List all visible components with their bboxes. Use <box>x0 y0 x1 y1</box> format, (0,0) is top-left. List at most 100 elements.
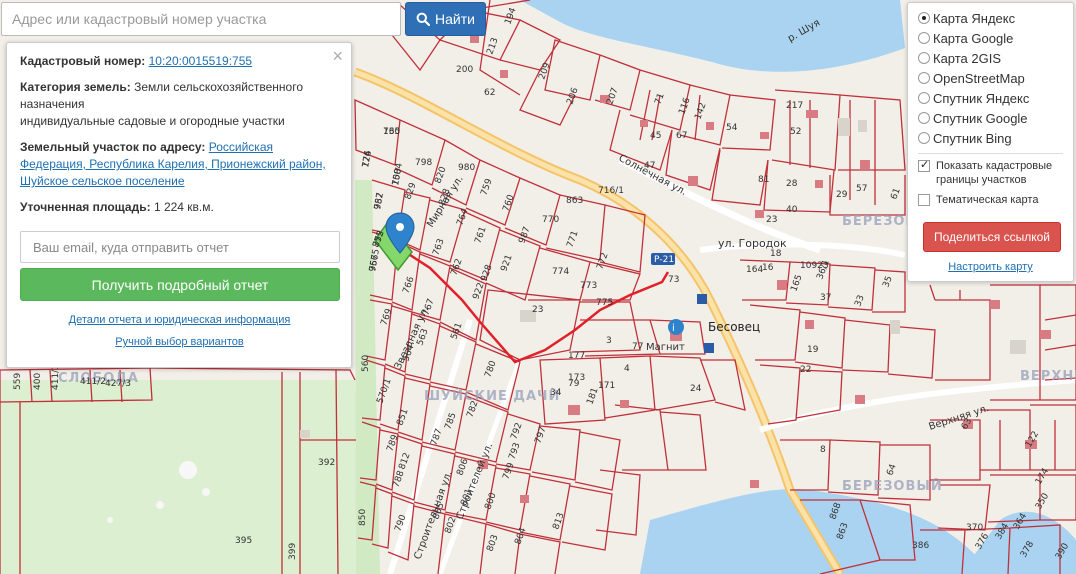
parcel-number-label: 62 <box>484 88 495 98</box>
layer-2gis-map[interactable]: Карта 2GIS <box>918 48 1073 68</box>
parcel-number-label: 54 <box>726 123 738 133</box>
layer-google-satellite[interactable]: Спутник Google <box>918 108 1073 128</box>
shop-pin-icon[interactable]: i <box>668 319 684 335</box>
email-field[interactable] <box>20 231 340 263</box>
layer-label: Спутник Яндекс <box>933 90 1030 106</box>
parcel-number-label: 399 <box>288 543 298 560</box>
shop-label: Магнит <box>646 342 685 353</box>
parcel-number-label: 177 <box>568 351 585 361</box>
divider <box>918 153 1063 154</box>
parcel-number-label: 67 <box>676 131 687 141</box>
parcel-number-label: 370 <box>966 523 983 533</box>
search-input[interactable] <box>1 2 401 36</box>
watermark-shuyskie: ШУЙСКИЕ ДАЧИ <box>424 388 560 404</box>
parcel-number-label: 164 <box>746 265 763 275</box>
parcel-number-label: 45 <box>650 131 661 141</box>
radio-icon[interactable] <box>918 112 930 124</box>
parcel-number-label: 81 <box>758 175 769 185</box>
parcel-number-label: 798 <box>415 158 432 168</box>
close-icon[interactable]: × <box>332 47 343 65</box>
search-button[interactable]: Найти <box>405 2 486 36</box>
parcel-number-label: 130 <box>383 127 400 137</box>
layer-google-map[interactable]: Карта Google <box>918 28 1073 48</box>
radio-icon[interactable] <box>918 72 930 84</box>
road-marker-label: Р-21 <box>654 255 674 265</box>
parcel-number-label: 77 <box>632 342 643 352</box>
parcel-number-label: 173 <box>568 373 585 383</box>
search-icon <box>416 12 431 26</box>
parcel-number-label: 775 <box>596 298 613 308</box>
parcel-number-label: 217 <box>786 101 803 111</box>
svg-text:i: i <box>672 323 675 334</box>
layer-openstreetmap[interactable]: OpenStreetMap <box>918 68 1073 88</box>
parcel-number-label: 171 <box>598 381 615 391</box>
parcel-number-label: 73 <box>668 275 679 285</box>
layer-label: Карта Яндекс <box>933 10 1016 26</box>
share-link-button[interactable]: Поделиться ссылкой <box>923 222 1061 252</box>
radio-selected-icon[interactable] <box>918 12 930 24</box>
address-row: Земельный участок по адресу: Российская … <box>20 139 339 190</box>
radio-icon[interactable] <box>918 132 930 144</box>
parcel-number-label: 23 <box>766 215 777 225</box>
layer-bing-satellite[interactable]: Спутник Bing <box>918 128 1073 148</box>
parcel-number-label: 40 <box>786 205 798 215</box>
search-bar <box>1 2 401 36</box>
cadastral-number-label: Кадастровый номер: <box>20 54 146 68</box>
parcel-number-label: 28 <box>786 179 798 189</box>
parcel-number-label: 29 <box>836 190 848 200</box>
radio-icon[interactable] <box>918 92 930 104</box>
parcel-number-label: 427/3 <box>105 379 131 389</box>
parcel-number-label: 863 <box>566 196 583 206</box>
parcel-number-label: 3 <box>606 336 612 346</box>
show-cadastral-borders-toggle[interactable]: Показать кадастровые границы участков <box>918 158 1073 187</box>
layer-label: OpenStreetMap <box>933 70 1025 86</box>
manual-selection-link[interactable]: Ручной выбор вариантов <box>115 336 243 348</box>
layer-yandex-map[interactable]: Карта Яндекс <box>918 8 1073 28</box>
parcel-number-label: 386 <box>912 541 929 551</box>
layer-yandex-satellite[interactable]: Спутник Яндекс <box>918 88 1073 108</box>
area-label: Уточненная площадь: <box>20 200 151 214</box>
parcel-number-label: 22 <box>800 365 811 375</box>
place-label: Бесовец <box>708 320 760 334</box>
configure-map-link[interactable]: Настроить карту <box>948 261 1033 273</box>
checkbox-checked-icon[interactable] <box>918 158 930 172</box>
get-report-button[interactable]: Получить подробный отчет <box>20 268 340 301</box>
address-label: Земельный участок по адресу: <box>20 140 206 154</box>
parcel-number-label: 37 <box>820 293 831 303</box>
area-value: 1 224 кв.м. <box>153 200 214 214</box>
parcel-number-label: 57 <box>856 184 867 194</box>
land-category-row: Категория земель: Земли сельскохозяйстве… <box>20 79 339 130</box>
parcel-number-label: 18 <box>770 249 782 259</box>
map-layers-panel: Карта Яндекс Карта Google Карта 2GIS Ope… <box>907 2 1074 282</box>
thematic-map-toggle[interactable]: Тематическая карта <box>918 193 1073 207</box>
parcel-number-label: 34 <box>550 388 562 398</box>
checkbox-icon[interactable] <box>918 194 930 206</box>
radio-icon[interactable] <box>918 52 930 64</box>
parcel-number-label: 392 <box>318 458 335 468</box>
parcel-info-popup: × Кадастровый номер: 10:20:0015519:755 К… <box>6 42 352 368</box>
parcel-number-label: 411/2 <box>80 377 106 387</box>
land-category-label: Категория земель: <box>20 80 131 94</box>
cadastral-number-link[interactable]: 10:20:0015519:755 <box>149 54 252 68</box>
parcel-number-label: 16 <box>762 263 774 273</box>
parcel-number-label: 770 <box>542 215 559 225</box>
layer-label: Карта Google <box>933 30 1014 46</box>
show-borders-label: Показать кадастровые границы участков <box>936 160 1053 186</box>
area-row: Уточненная площадь: 1 224 кв.м. <box>20 199 339 216</box>
layer-label: Спутник Bing <box>933 130 1012 146</box>
parcel-number-label: 773 <box>580 281 597 291</box>
parcel-number-label: 4 <box>624 364 630 374</box>
thematic-label: Тематическая карта <box>936 194 1039 206</box>
search-button-label: Найти <box>435 11 475 27</box>
parcel-number-label: 559 <box>13 373 23 390</box>
parcel-number-label: 716/1 <box>598 186 624 196</box>
radio-icon[interactable] <box>918 32 930 44</box>
parcel-number-label: 774 <box>552 267 569 277</box>
report-details-link[interactable]: Детали отчета и юридическая информация <box>69 314 291 326</box>
parcel-number-label: 850 <box>358 509 368 526</box>
parcel-number-label: 52 <box>790 127 801 137</box>
watermark-berezoviy-2: БЕРЕЗОВЫЙ <box>842 478 943 494</box>
parcel-number-label: 8 <box>820 445 826 455</box>
layer-label: Спутник Google <box>933 110 1028 126</box>
parcel-number-label: 395 <box>235 536 252 546</box>
